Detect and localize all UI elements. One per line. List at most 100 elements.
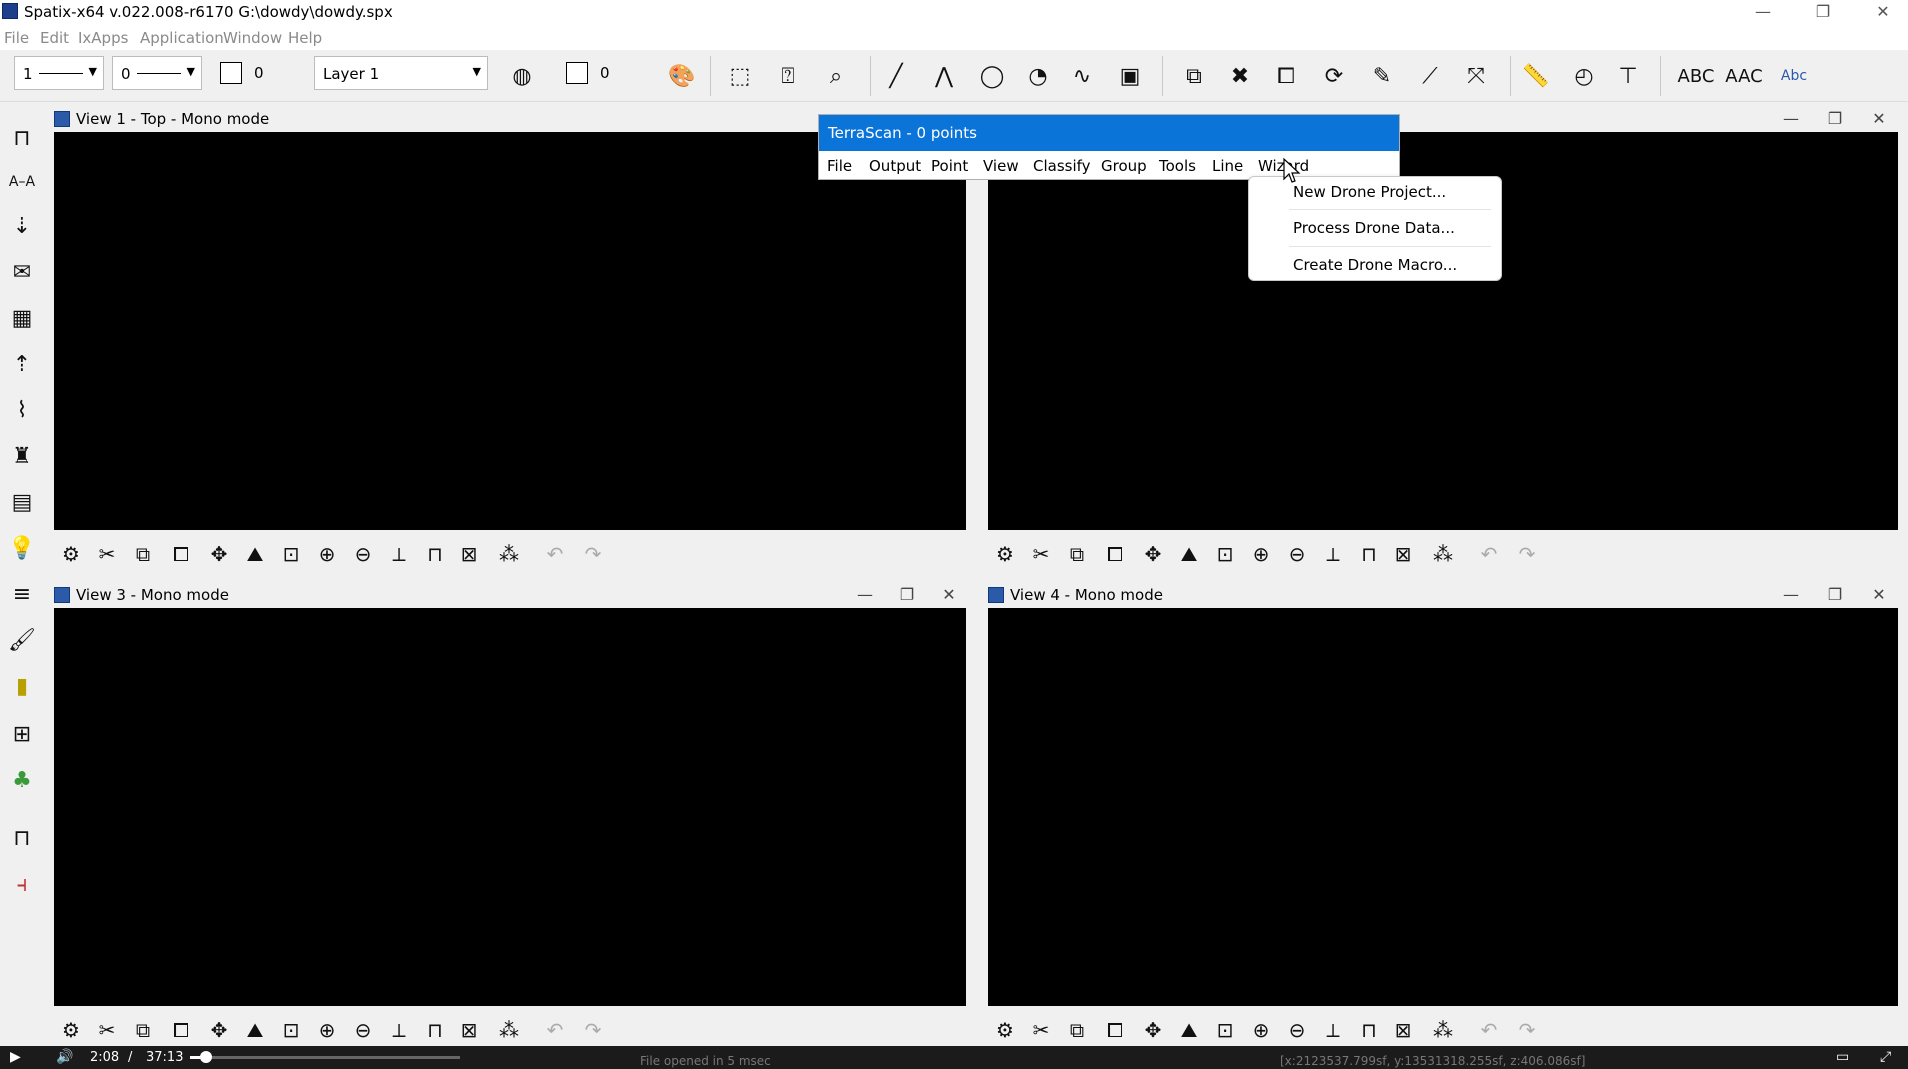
ts-menu-file[interactable]: File xyxy=(827,157,852,175)
seek-bar[interactable] xyxy=(190,1056,460,1059)
ts-menu-tools[interactable]: Tools xyxy=(1159,157,1196,175)
seek-knob[interactable] xyxy=(199,1051,212,1063)
zoom-out-icon[interactable]: ⊖ xyxy=(348,539,378,569)
window-box-icon[interactable]: ⊡ xyxy=(1210,539,1240,569)
view-display-icon[interactable]: ✂ xyxy=(1026,539,1056,569)
menu-file[interactable]: File xyxy=(4,29,29,47)
view-options-icon[interactable]: ⁂ xyxy=(494,539,524,569)
delete-element-icon[interactable]: ✖ xyxy=(1224,60,1256,92)
view-settings-icon[interactable]: ⚙ xyxy=(990,539,1020,569)
clip-view-icon[interactable]: ⊓ xyxy=(420,539,450,569)
tool-tower-icon[interactable]: ♜ xyxy=(4,438,40,474)
ts-menu-classify[interactable]: Classify xyxy=(1033,157,1091,175)
caliper-icon[interactable]: ⊤ xyxy=(1612,60,1644,92)
pan-icon[interactable]: ✥ xyxy=(1138,539,1168,569)
view-restore-button[interactable]: ❐ xyxy=(890,584,924,606)
identify-icon[interactable]: ⌕ xyxy=(820,60,852,92)
layer-select[interactable]: Layer 1 ▼ xyxy=(314,56,488,90)
tool-split-icon[interactable]: ⫞ xyxy=(4,866,40,902)
fit-view-icon[interactable]: ⛰ xyxy=(1174,539,1204,569)
restore-button[interactable]: ❐ xyxy=(1800,0,1846,24)
place-text-icon[interactable]: ABC xyxy=(1674,60,1718,92)
view-display-icon[interactable]: ✂ xyxy=(92,539,122,569)
query-icon[interactable]: ⍰ xyxy=(772,60,804,92)
redo-view-icon[interactable]: ↷ xyxy=(1512,539,1542,569)
tool-forest-icon[interactable]: ♣ xyxy=(4,762,40,798)
tool-envelope-icon[interactable]: ✉ xyxy=(4,254,40,290)
window-box-icon[interactable]: ⊡ xyxy=(276,539,306,569)
menu-help[interactable]: Help xyxy=(288,29,322,47)
text-along-icon[interactable]: Abc xyxy=(1772,60,1816,92)
zoom-out-icon[interactable]: ⊖ xyxy=(1282,539,1312,569)
zoom-in-icon[interactable]: ⊕ xyxy=(312,539,342,569)
snap-icon[interactable]: ⤧ xyxy=(1460,60,1492,92)
palette-icon[interactable]: 🎨 xyxy=(666,60,698,92)
menu-window[interactable]: Window xyxy=(223,29,282,47)
rotate-view-icon[interactable]: ⟂ xyxy=(1318,539,1348,569)
tool-frame2-icon[interactable]: ⊓ xyxy=(4,820,40,856)
tool-fit-view-icon[interactable]: ▦ xyxy=(4,300,40,336)
view-minimize-button[interactable]: — xyxy=(1774,108,1808,130)
modify-element-icon[interactable]: ✎ xyxy=(1366,60,1398,92)
fullscreen-icon[interactable]: ⤢ xyxy=(1880,1049,1891,1065)
menu-ixapps[interactable]: IxApps xyxy=(78,29,128,47)
select-element-icon[interactable]: ⬚ xyxy=(724,60,756,92)
tool-lamp-icon[interactable]: 💡 xyxy=(4,530,40,566)
menu-item-process-drone-data[interactable]: Process Drone Data... xyxy=(1293,219,1455,237)
tool-image-icon[interactable]: ▤ xyxy=(4,484,40,520)
menu-edit[interactable]: Edit xyxy=(40,29,69,47)
place-line-icon[interactable]: ╱ xyxy=(880,60,912,92)
place-arc-icon[interactable]: ◔ xyxy=(1022,60,1054,92)
ts-menu-view[interactable]: View xyxy=(983,157,1019,175)
tool-frame-icon[interactable]: ⊓ xyxy=(4,120,40,156)
view-restore-button[interactable]: ❐ xyxy=(1818,108,1852,130)
ruler-icon[interactable]: 📏 xyxy=(1520,60,1552,92)
line-weight-select[interactable]: 1 ▼ xyxy=(14,56,104,90)
clip-box-icon[interactable]: ⊠ xyxy=(454,539,484,569)
play-icon[interactable]: ▶ xyxy=(10,1049,21,1065)
extend-line-icon[interactable]: ⟋ xyxy=(1414,60,1446,92)
place-image-icon[interactable]: ▣ xyxy=(1114,60,1146,92)
clip-box-icon[interactable]: ⊠ xyxy=(1388,539,1418,569)
menu-item-create-drone-macro[interactable]: Create Drone Macro... xyxy=(1293,256,1457,274)
rotate-element-icon[interactable]: ⟳ xyxy=(1318,60,1350,92)
copy-view-icon[interactable]: ⧉ xyxy=(1062,539,1092,569)
ts-menu-group[interactable]: Group xyxy=(1101,157,1147,175)
minimize-button[interactable]: — xyxy=(1740,0,1786,24)
view-close-button[interactable]: ✕ xyxy=(1862,108,1896,130)
undo-view-icon[interactable]: ↶ xyxy=(540,539,570,569)
view-minimize-button[interactable]: — xyxy=(848,584,882,606)
tool-section-icon[interactable]: A–A xyxy=(4,164,40,200)
move-element-icon[interactable]: ⧉ xyxy=(1178,60,1210,92)
view-settings-icon[interactable]: ⚙ xyxy=(56,539,86,569)
view-restore-button[interactable]: ❐ xyxy=(1818,584,1852,606)
tool-panel-icon[interactable]: ▮ xyxy=(4,668,40,704)
miniplayer-icon[interactable]: ▭ xyxy=(1836,1049,1849,1065)
clip-view-icon[interactable]: ⊓ xyxy=(1354,539,1384,569)
copy-view-icon[interactable]: ⧉ xyxy=(128,539,158,569)
volume-icon[interactable]: 🔊 xyxy=(56,1049,73,1065)
view-4-canvas[interactable] xyxy=(988,608,1898,1006)
measure-angle-icon[interactable]: ◴ xyxy=(1568,60,1600,92)
place-circle-icon[interactable]: ◯ xyxy=(976,60,1008,92)
ts-menu-line[interactable]: Line xyxy=(1212,157,1243,175)
color-swatch[interactable] xyxy=(220,62,242,84)
view-1-canvas[interactable] xyxy=(54,132,966,530)
close-button[interactable]: ✕ xyxy=(1860,0,1906,24)
copy-element-icon[interactable]: ⧠ xyxy=(1270,60,1302,92)
display-style-icon[interactable]: ◍ xyxy=(506,60,538,92)
rotate-view-icon[interactable]: ⟂ xyxy=(384,539,414,569)
tool-profile-icon[interactable]: ⌇ xyxy=(4,392,40,428)
ts-menu-output[interactable]: Output xyxy=(869,157,921,175)
menu-application[interactable]: Application xyxy=(140,29,224,47)
tool-point-drop-icon[interactable]: ⇣ xyxy=(4,208,40,244)
window-area-icon[interactable]: ⧠ xyxy=(1100,539,1130,569)
tool-lines-icon[interactable]: ≡ xyxy=(4,576,40,612)
tool-paint-icon[interactable]: 🖌 xyxy=(4,622,40,658)
redo-view-icon[interactable]: ↷ xyxy=(578,539,608,569)
fill-swatch[interactable] xyxy=(566,62,588,84)
place-polyline-icon[interactable]: ⋀ xyxy=(928,60,960,92)
view-options-icon[interactable]: ⁂ xyxy=(1428,539,1458,569)
menu-item-new-drone-project[interactable]: New Drone Project... xyxy=(1293,183,1446,201)
edit-text-icon[interactable]: AAC xyxy=(1722,60,1766,92)
